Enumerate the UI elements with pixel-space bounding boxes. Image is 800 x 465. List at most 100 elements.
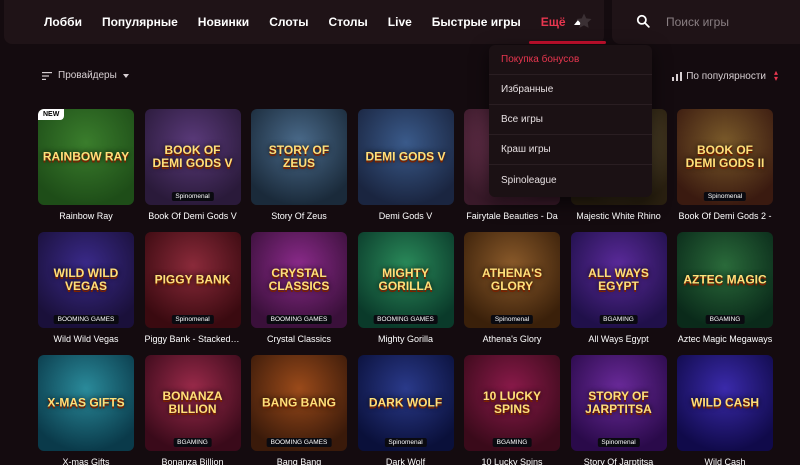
game-thumbnail[interactable]: BOOK OF DEMI GODS V Spinomenal	[144, 109, 241, 205]
providers-filter[interactable]: Провайдеры	[42, 70, 129, 81]
provider-logo: BOOMING GAMES	[266, 438, 332, 447]
nav-item-label: Быстрые игры	[431, 15, 521, 29]
game-thumbnail[interactable]: DARK WOLF Spinomenal	[357, 355, 454, 451]
game-thumbnail[interactable]: X-MAS GIFTS	[38, 355, 134, 451]
game-thumbnail[interactable]: STORY OF JARPTITSA Spinomenal	[570, 355, 667, 451]
game-card[interactable]: RAINBOW RAY NEW Rainbow Ray	[38, 109, 134, 232]
game-card[interactable]: CRYSTAL CLASSICS BOOMING GAMES Crystal Cla…	[251, 232, 347, 355]
game-art-title: RAINBOW RAY	[42, 149, 130, 164]
sort-label: По популярности	[686, 70, 766, 82]
nav-item[interactable]: Лобби	[44, 0, 82, 44]
game-card[interactable]: PIGGY BANK Spinomenal Piggy Bank - Stacked…	[144, 232, 241, 355]
provider-logo: Spinomenal	[597, 438, 640, 447]
game-card[interactable]: BANG BANG BOOMING GAMES Bang Bang	[251, 355, 347, 465]
sort-selector[interactable]: По популярности ▴ ▾	[672, 68, 778, 83]
game-card[interactable]: ATHENA'S GLORY Spinomenal Athena's Glory	[464, 232, 560, 355]
game-thumbnail[interactable]: MIGHTY GORILLA BOOMING GAMES	[357, 232, 454, 328]
game-thumbnail[interactable]: AZTEC MAGIC BGAMING	[677, 232, 773, 328]
dropdown-item[interactable]: Все игры	[489, 105, 652, 135]
game-card[interactable]: 10 LUCKY SPINS BGAMING 10 Lucky Spins	[464, 355, 560, 465]
game-card[interactable]: DEMI GODS V Demi Gods V	[357, 109, 454, 232]
provider-logo: BGAMING	[705, 315, 745, 324]
game-art-title: X-MAS GIFTS	[47, 395, 125, 410]
game-card[interactable]: AZTEC MAGIC BGAMING Aztec Magic Megaways	[677, 232, 773, 355]
nav-item-label: Столы	[328, 15, 368, 29]
game-thumbnail[interactable]: PIGGY BANK Spinomenal	[144, 232, 241, 328]
search-icon[interactable]	[636, 14, 650, 28]
game-thumbnail[interactable]: BOOK OF DEMI GODS II Spinomenal	[677, 109, 773, 205]
search-input[interactable]	[666, 12, 794, 32]
nav-item[interactable]: Новинки	[198, 0, 249, 44]
game-thumbnail[interactable]: STORY OF ZEUS	[251, 109, 347, 205]
game-card[interactable]: BOOK OF DEMI GODS II Spinomenal Book Of De…	[677, 109, 773, 232]
provider-logo: Spinomenal	[171, 192, 214, 201]
game-card[interactable]: WILD CASH Wild Cash	[677, 355, 773, 465]
game-thumbnail[interactable]: ALL WAYS EGYPT BGAMING	[570, 232, 667, 328]
game-thumbnail[interactable]: RAINBOW RAY NEW	[38, 109, 134, 205]
game-thumbnail[interactable]: BANG BANG BOOMING GAMES	[251, 355, 347, 451]
dropdown-item[interactable]: Покупка бонусов	[489, 45, 652, 75]
nav-item[interactable]: Быстрые игры	[432, 0, 521, 44]
game-art-title: WILD CASH	[691, 395, 759, 410]
game-card[interactable]: DARK WOLF Spinomenal Dark Wolf	[357, 355, 454, 465]
game-art-title: AZTEC MAGIC	[683, 272, 767, 287]
game-art-title: STORY OF JARPTITSA	[585, 389, 652, 416]
game-name: Piggy Bank - Stacked F...	[144, 334, 241, 344]
game-name: 10 Lucky Spins	[481, 457, 543, 465]
top-nav-bar: Лобби Популярные Новинки Слоты Столы Live Быст…	[4, 0, 606, 44]
game-card[interactable]: X-MAS GIFTS X-mas Gifts	[38, 355, 134, 465]
main-nav: Лобби Популярные Новинки Слоты Столы Live Быст…	[44, 0, 606, 44]
game-art-title: WILD WILD VEGAS	[53, 266, 119, 293]
game-name: X-mas Gifts	[62, 457, 110, 465]
game-thumbnail[interactable]: 10 LUCKY SPINS BGAMING	[464, 355, 560, 451]
game-art-title: DARK WOLF	[368, 395, 443, 410]
game-thumbnail[interactable]: BONANZA BILLION BGAMING	[144, 355, 241, 451]
nav-item[interactable]: Live	[388, 0, 412, 44]
providers-label: Провайдеры	[58, 70, 117, 81]
game-art-title: ATHENA'S GLORY	[482, 266, 542, 293]
game-art-title: BANG BANG	[262, 395, 336, 410]
favorites-star-icon[interactable]	[575, 12, 593, 30]
nav-item[interactable]: Популярные	[102, 0, 178, 44]
nav-item[interactable]: Столы	[328, 0, 367, 44]
game-thumbnail[interactable]: WILD WILD VEGAS BOOMING GAMES	[38, 232, 134, 328]
nav-item-label: Live	[387, 15, 412, 29]
game-name: Wild Wild Vegas	[53, 334, 119, 344]
dropdown-item[interactable]: Краш игры	[489, 135, 652, 165]
game-card[interactable]: MIGHTY GORILLA BOOMING GAMES Mighty Gorill…	[357, 232, 454, 355]
game-card[interactable]: WILD WILD VEGAS BOOMING GAMES Wild Wild Ve…	[38, 232, 134, 355]
games-grid: RAINBOW RAY NEW Rainbow Ray BOOK OF DEMI GO…	[38, 109, 773, 465]
game-name: Book Of Demi Gods V	[148, 211, 237, 221]
game-art-title: STORY OF ZEUS	[268, 143, 330, 170]
game-thumbnail[interactable]: ATHENA'S GLORY Spinomenal	[464, 232, 560, 328]
nav-item-label: Лобби	[44, 15, 82, 29]
sort-arrows-icon: ▴ ▾	[773, 68, 778, 83]
nav-item-label: Популярные	[101, 15, 178, 29]
game-card[interactable]: STORY OF ZEUS Story Of Zeus	[251, 109, 347, 232]
dropdown-item[interactable]: Spinoleague	[489, 165, 652, 195]
game-art-title: BOOK OF DEMI GODS II	[685, 143, 765, 170]
game-name: Story Of Zeus	[271, 211, 327, 221]
game-thumbnail[interactable]: WILD CASH	[677, 355, 773, 451]
nav-item-label: Ещё	[540, 15, 566, 29]
game-name: Rainbow Ray	[59, 211, 113, 221]
game-thumbnail[interactable]: CRYSTAL CLASSICS BOOMING GAMES	[251, 232, 347, 328]
game-name: Mighty Gorilla	[377, 334, 433, 344]
game-card[interactable]: STORY OF JARPTITSA Spinomenal Story Of Jar…	[570, 355, 667, 465]
game-card[interactable]: ALL WAYS EGYPT BGAMING All Ways Egypt	[570, 232, 667, 355]
game-name: Dark Wolf	[385, 457, 426, 465]
nav-item-label: Слоты	[269, 15, 309, 29]
game-thumbnail[interactable]: DEMI GODS V	[357, 109, 454, 205]
search-bar	[612, 0, 800, 44]
bar-chart-icon	[672, 71, 683, 81]
game-art-title: MIGHTY GORILLA	[378, 266, 433, 293]
provider-logo: BOOMING GAMES	[266, 315, 332, 324]
game-art-title: 10 LUCKY SPINS	[482, 389, 541, 416]
game-card[interactable]: BONANZA BILLION BGAMING Bonanza Billion	[144, 355, 241, 465]
dropdown-item[interactable]: Избранные	[489, 75, 652, 105]
game-art-title: DEMI GODS V	[365, 149, 446, 164]
game-name: Bonanza Billion	[161, 457, 224, 465]
nav-item[interactable]: Слоты	[269, 0, 308, 44]
chevron-down-icon	[122, 73, 129, 78]
game-card[interactable]: BOOK OF DEMI GODS V Spinomenal Book Of Dem…	[144, 109, 241, 232]
